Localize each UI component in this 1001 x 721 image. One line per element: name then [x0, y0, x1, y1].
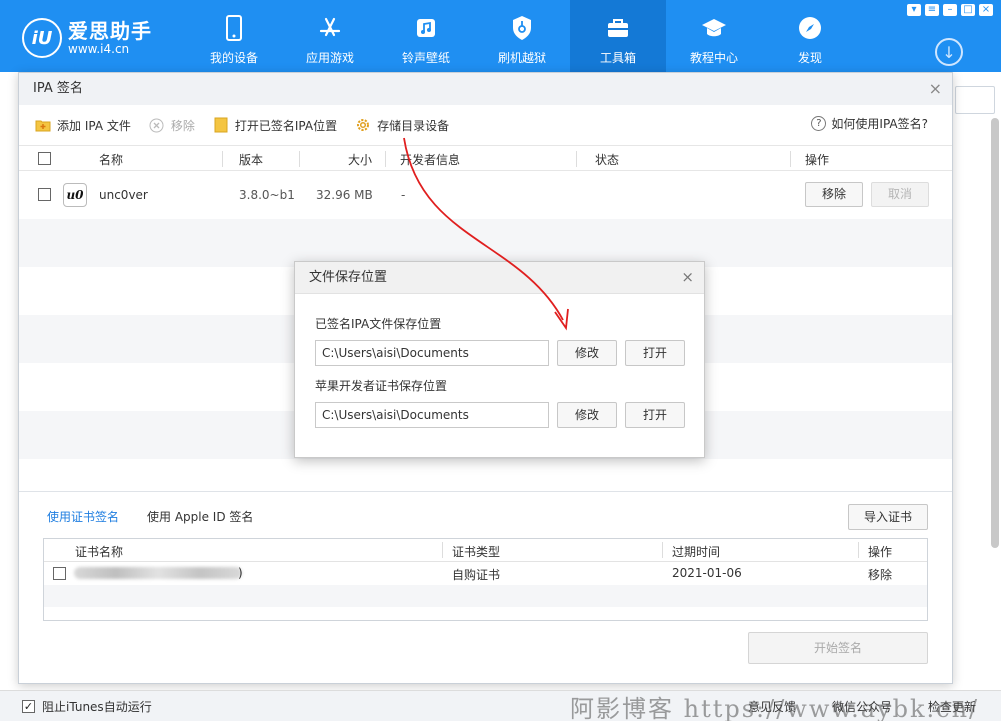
- empty-row: [44, 585, 927, 607]
- open-signed-path-button[interactable]: 打开: [625, 340, 685, 366]
- checkmark-icon: ✓: [22, 700, 35, 713]
- cert-remove-link[interactable]: 移除: [868, 566, 892, 583]
- shield-key-icon: [509, 15, 535, 41]
- app-name: 爱思助手: [68, 19, 152, 43]
- window-controls: ▾ ≡ – □ ×: [907, 4, 993, 16]
- nav-discover[interactable]: 发现: [762, 0, 858, 72]
- remove-button[interactable]: 移除: [149, 117, 195, 134]
- unc0ver-app-icon: u0: [63, 183, 87, 207]
- block-itunes-checkbox[interactable]: ✓ 阻止iTunes自动运行: [22, 698, 152, 715]
- signed-ipa-path-field[interactable]: C:\Users\aisi\Documents: [315, 340, 549, 366]
- cert-name-suffix: ): [238, 566, 243, 580]
- folder-add-icon: [35, 117, 51, 133]
- toolbox-icon: [605, 15, 631, 41]
- compass-icon: [797, 15, 823, 41]
- row-developer: -: [401, 188, 406, 202]
- remove-icon: [149, 117, 165, 133]
- nav-my-device[interactable]: 我的设备: [186, 0, 282, 72]
- ipa-table-header: 名称 版本 大小 开发者信息 状态 操作: [19, 145, 952, 171]
- nav-ringtones[interactable]: 铃声壁纸: [378, 0, 474, 72]
- blurred-cert-name: [74, 567, 242, 579]
- row-version: 3.8.0~b1: [239, 188, 295, 202]
- help-icon: ?: [811, 116, 827, 131]
- row-name: unc0ver: [99, 188, 148, 202]
- add-ipa-button[interactable]: 添加 IPA 文件: [35, 117, 131, 134]
- table-row: ) 自购证书 2021-01-06 移除: [44, 561, 927, 585]
- folder-icon: [213, 117, 229, 133]
- maximize-icon[interactable]: □: [961, 4, 975, 16]
- cert-expiry: 2021-01-06: [672, 566, 742, 580]
- skin-icon[interactable]: ▾: [907, 4, 921, 16]
- tab-cert-sign[interactable]: 使用证书签名: [47, 508, 119, 525]
- col-size: 大小: [348, 153, 373, 167]
- nav-tutorials[interactable]: 教程中心: [666, 0, 762, 72]
- music-icon: [413, 15, 439, 41]
- table-row: u0 unc0ver 3.8.0~b1 32.96 MB - 移除 取消: [19, 171, 952, 219]
- modify-cert-path-button[interactable]: 修改: [557, 402, 617, 428]
- tab-apple-id-sign[interactable]: 使用 Apple ID 签名: [147, 508, 253, 525]
- i4-logo-icon: iU: [22, 18, 62, 58]
- app-store-icon: [317, 15, 343, 41]
- gear-icon: [355, 117, 371, 133]
- select-all-checkbox[interactable]: [38, 152, 51, 165]
- divider: [19, 491, 952, 492]
- cert-type: 自购证书: [452, 568, 501, 582]
- col-status: 状态: [595, 153, 620, 167]
- menu-icon[interactable]: ≡: [925, 4, 939, 16]
- vertical-scrollbar[interactable]: [991, 118, 999, 548]
- download-icon[interactable]: ↓: [935, 38, 963, 66]
- start-sign-button[interactable]: 开始签名: [748, 632, 928, 664]
- storage-settings-button[interactable]: 存储目录设备: [355, 117, 449, 134]
- close-icon[interactable]: ×: [681, 268, 694, 286]
- row-size: 32.96 MB: [316, 188, 373, 202]
- col-action: 操作: [805, 153, 830, 167]
- app-url: www.i4.cn: [68, 42, 130, 56]
- col-expiry: 过期时间: [672, 545, 721, 559]
- top-navigation-bar: iU 爱思助手 www.i4.cn 我的设备 应用游戏 铃声壁纸 刷机越狱 工具…: [0, 0, 1001, 72]
- open-cert-path-button[interactable]: 打开: [625, 402, 685, 428]
- empty-row: [19, 219, 952, 267]
- save-location-dialog: 文件保存位置 × 已签名IPA文件保存位置 C:\Users\aisi\Docu…: [294, 261, 705, 458]
- app-logo: iU 爱思助手 www.i4.cn: [22, 18, 152, 58]
- close-icon[interactable]: ×: [929, 79, 942, 98]
- cert-checkbox[interactable]: [53, 567, 66, 580]
- nav-flash-jailbreak[interactable]: 刷机越狱: [474, 0, 570, 72]
- dialog-title: IPA 签名: [19, 73, 952, 105]
- watermark: 阿影博客 https://www.aybk.cn/: [570, 695, 980, 721]
- popup-title: 文件保存位置: [295, 262, 704, 294]
- help-link[interactable]: ? 如何使用IPA签名?: [811, 115, 928, 132]
- graduation-cap-icon: [701, 15, 727, 41]
- row-cancel-button[interactable]: 取消: [871, 182, 929, 207]
- open-signed-location-button[interactable]: 打开已签名IPA位置: [213, 117, 337, 134]
- cert-location-label: 苹果开发者证书保存位置: [315, 379, 448, 393]
- close-window-icon[interactable]: ×: [979, 4, 993, 16]
- cert-table: 证书名称 证书类型 过期时间 操作 ) 自购证书 2021-01-06 移除: [43, 538, 928, 621]
- nav-toolbox[interactable]: 工具箱: [570, 0, 666, 72]
- signed-ipa-location-label: 已签名IPA文件保存位置: [315, 317, 442, 331]
- col-developer: 开发者信息: [400, 153, 461, 167]
- main-nav: 我的设备 应用游戏 铃声壁纸 刷机越狱 工具箱 教程中心 发现: [186, 0, 858, 72]
- col-cert-type: 证书类型: [452, 545, 501, 559]
- row-remove-button[interactable]: 移除: [805, 182, 863, 207]
- modify-signed-path-button[interactable]: 修改: [557, 340, 617, 366]
- import-cert-button[interactable]: 导入证书: [848, 504, 928, 530]
- phone-icon: [221, 15, 247, 41]
- col-cert-action: 操作: [868, 545, 893, 559]
- cert-path-field[interactable]: C:\Users\aisi\Documents: [315, 402, 549, 428]
- row-checkbox[interactable]: [38, 188, 51, 201]
- minimize-icon[interactable]: –: [943, 4, 957, 16]
- col-version: 版本: [239, 153, 264, 167]
- nav-apps-games[interactable]: 应用游戏: [282, 0, 378, 72]
- cert-tabs: 使用证书签名 使用 Apple ID 签名: [47, 508, 253, 525]
- col-cert-name: 证书名称: [75, 545, 124, 559]
- search-box[interactable]: [955, 86, 995, 114]
- col-name: 名称: [99, 153, 124, 167]
